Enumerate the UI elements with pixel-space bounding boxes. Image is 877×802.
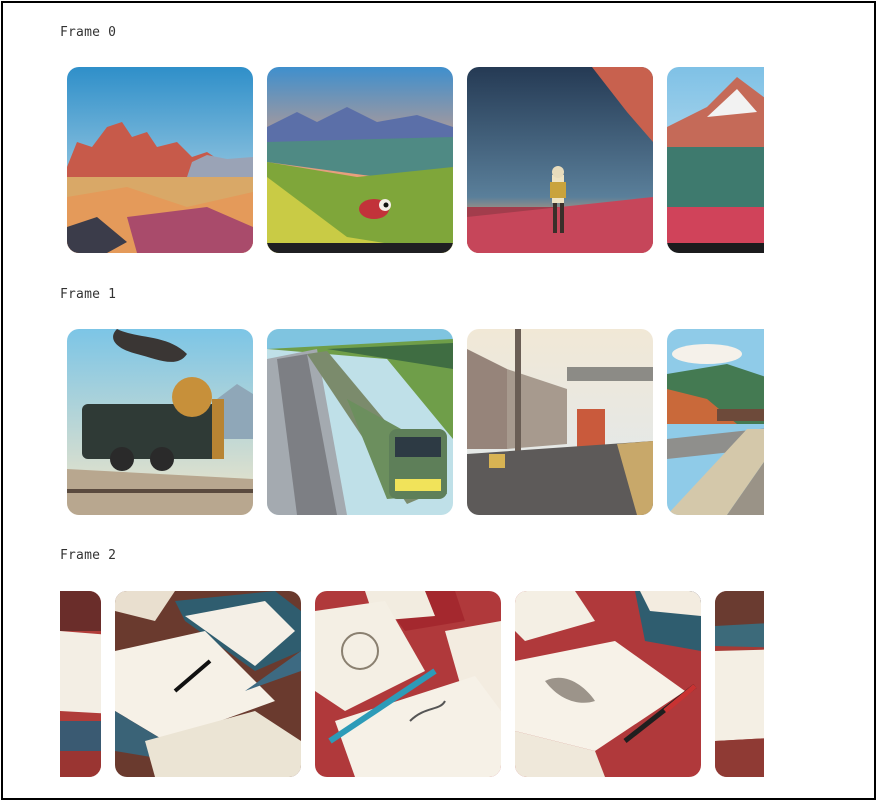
curved-railway-image: [667, 329, 764, 515]
open-notebook-pen-image: [115, 591, 301, 777]
frame-1-label: Frame 1: [60, 287, 117, 302]
frame-2-label: Frame 2: [60, 548, 117, 563]
station-platform-image: [467, 329, 653, 515]
hiker-at-dusk-image: [467, 67, 653, 253]
steam-locomotive-image: [67, 329, 253, 515]
sketchbook-pencil-image: [315, 591, 501, 777]
open-book-drawing-image: [515, 591, 701, 777]
frame-1-strip: [60, 329, 764, 515]
frame-0-strip: [60, 67, 764, 253]
meadow-creature-image: [267, 67, 453, 253]
modern-train-image: [267, 329, 453, 515]
frame-0-label: Frame 0: [60, 25, 117, 40]
scattered-books-image: [715, 591, 764, 777]
red-mesa-desert-image: [67, 67, 253, 253]
mountain-hiker-image: [667, 67, 764, 253]
book-stack-image: [60, 591, 101, 777]
frame-2-strip: [60, 591, 764, 777]
